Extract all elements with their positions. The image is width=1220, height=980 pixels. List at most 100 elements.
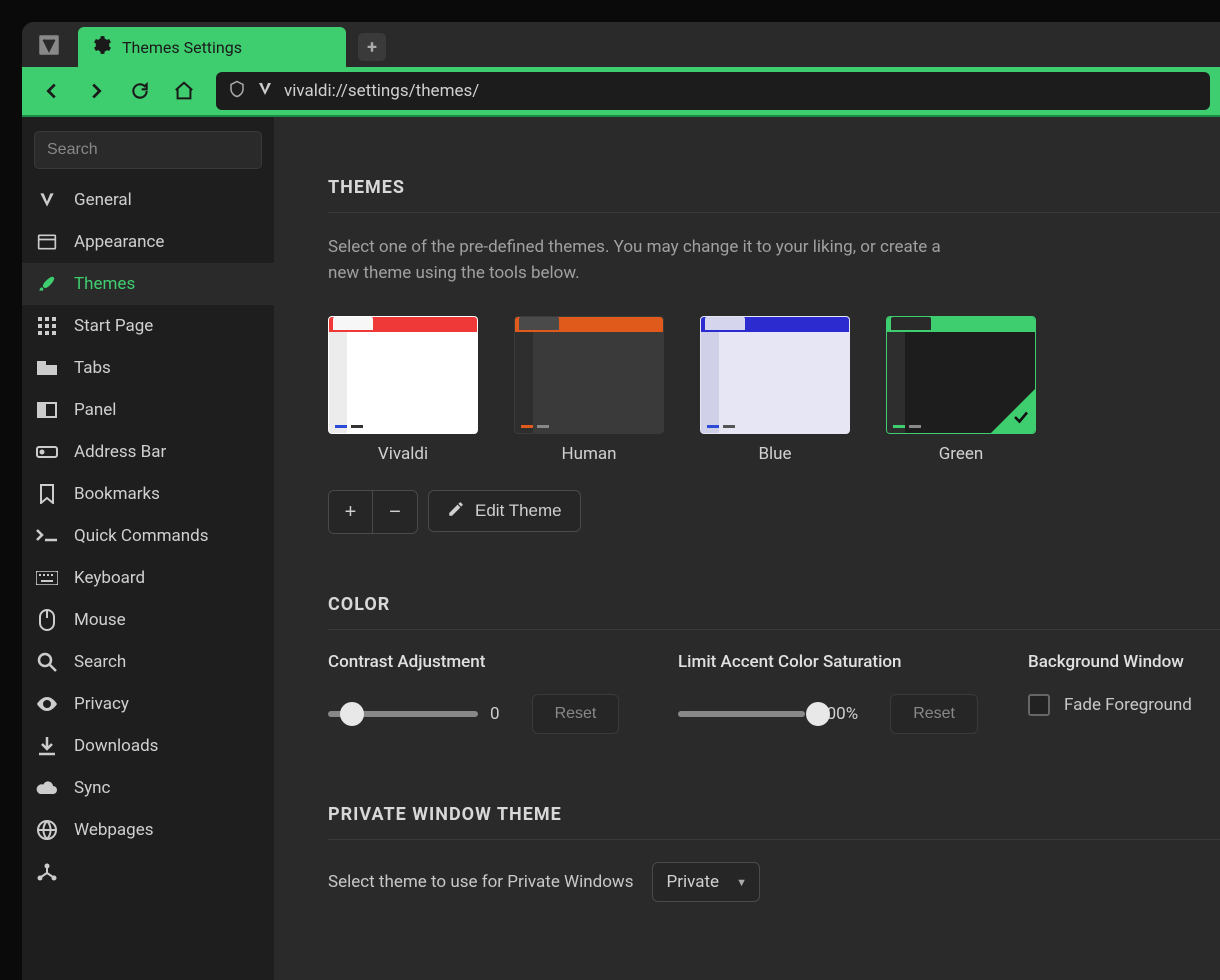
forward-button[interactable] bbox=[76, 71, 116, 111]
download-icon bbox=[36, 735, 58, 757]
sidebar-item-label: Bookmarks bbox=[74, 484, 160, 504]
sidebar-item-label: Downloads bbox=[74, 736, 158, 756]
slider-thumb[interactable] bbox=[340, 702, 364, 726]
sidebar-item-label: Mouse bbox=[74, 610, 126, 630]
active-tab[interactable]: Themes Settings bbox=[78, 27, 346, 67]
saturation-label: Limit Accent Color Saturation bbox=[678, 652, 978, 672]
sidebar-item-tabs[interactable]: Tabs bbox=[22, 347, 274, 389]
sidebar-item-bookmarks[interactable]: Bookmarks bbox=[22, 473, 274, 515]
sidebar-item-sync[interactable]: Sync bbox=[22, 767, 274, 809]
private-theme-label: Select theme to use for Private Windows bbox=[328, 872, 634, 892]
sidebar-item-panel[interactable]: Panel bbox=[22, 389, 274, 431]
themes-list: Vivaldi Human bbox=[328, 316, 1220, 464]
sidebar-item-label: Privacy bbox=[74, 694, 129, 714]
add-remove-group: + − bbox=[328, 490, 418, 534]
contrast-label: Contrast Adjustment bbox=[328, 652, 628, 672]
sidebar-item-label: Tabs bbox=[74, 358, 111, 378]
divider bbox=[328, 212, 1220, 213]
saturation-group: Limit Accent Color Saturation 100% Reset bbox=[678, 652, 978, 734]
gear-icon bbox=[90, 34, 112, 60]
edit-theme-button[interactable]: Edit Theme bbox=[428, 490, 581, 532]
settings-sidebar: General Appearance Themes Start Page Tab… bbox=[22, 117, 274, 980]
settings-search[interactable] bbox=[34, 131, 262, 169]
theme-option-vivaldi[interactable]: Vivaldi bbox=[328, 316, 478, 464]
search-input[interactable] bbox=[47, 141, 249, 159]
theme-option-green[interactable]: Green bbox=[886, 316, 1036, 464]
saturation-reset-button[interactable]: Reset bbox=[890, 694, 978, 734]
theme-label: Vivaldi bbox=[378, 444, 428, 464]
sidebar-item-mouse[interactable]: Mouse bbox=[22, 599, 274, 641]
sidebar-item-label: Start Page bbox=[74, 316, 153, 336]
vivaldi-icon bbox=[36, 189, 58, 211]
divider bbox=[328, 629, 1220, 630]
cloud-icon bbox=[36, 777, 58, 799]
tabs-icon bbox=[36, 357, 58, 379]
sidebar-item-keyboard[interactable]: Keyboard bbox=[22, 557, 274, 599]
sidebar-item-label: Webpages bbox=[74, 820, 154, 840]
remove-theme-button[interactable]: − bbox=[373, 491, 417, 533]
settings-main: THEMES Select one of the pre-defined the… bbox=[274, 117, 1220, 980]
color-controls: Contrast Adjustment 0 Reset Limit Accent… bbox=[328, 652, 1220, 734]
theme-actions: + − Edit Theme bbox=[328, 490, 1220, 534]
contrast-value: 0 bbox=[490, 704, 500, 724]
divider bbox=[328, 839, 1220, 840]
sidebar-item-start-page[interactable]: Start Page bbox=[22, 305, 274, 347]
grid-icon bbox=[36, 315, 58, 337]
private-theme-heading: PRIVATE WINDOW THEME bbox=[328, 804, 1220, 825]
sidebar-item-privacy[interactable]: Privacy bbox=[22, 683, 274, 725]
saturation-slider[interactable] bbox=[678, 711, 805, 717]
back-button[interactable] bbox=[32, 71, 72, 111]
address-bar[interactable]: vivaldi://settings/themes/ bbox=[216, 72, 1210, 110]
sidebar-item-label: General bbox=[74, 190, 132, 210]
vivaldi-url-icon bbox=[256, 80, 274, 103]
sidebar-item-webpages[interactable]: Webpages bbox=[22, 809, 274, 851]
brush-icon bbox=[36, 273, 58, 295]
globe-icon bbox=[36, 819, 58, 841]
sidebar-item-address-bar[interactable]: Address Bar bbox=[22, 431, 274, 473]
private-theme-value: Private bbox=[667, 872, 720, 892]
sidebar-item-label: Keyboard bbox=[74, 568, 145, 588]
vivaldi-app-icon[interactable] bbox=[30, 26, 68, 64]
sidebar-item-search[interactable]: Search bbox=[22, 641, 274, 683]
private-theme-select[interactable]: Private bbox=[652, 862, 761, 902]
private-theme-row: Select theme to use for Private Windows … bbox=[328, 862, 1220, 902]
add-theme-button[interactable]: + bbox=[329, 491, 373, 533]
search-icon bbox=[36, 651, 58, 673]
theme-option-human[interactable]: Human bbox=[514, 316, 664, 464]
sidebar-item-network[interactable] bbox=[22, 851, 274, 893]
sidebar-item-appearance[interactable]: Appearance bbox=[22, 221, 274, 263]
theme-label: Green bbox=[939, 444, 984, 464]
pencil-icon bbox=[447, 500, 465, 523]
navigation-bar: vivaldi://settings/themes/ bbox=[22, 67, 1220, 117]
url-text: vivaldi://settings/themes/ bbox=[284, 81, 479, 101]
sidebar-item-label: Address Bar bbox=[74, 442, 166, 462]
eye-icon bbox=[36, 693, 58, 715]
sidebar-item-themes[interactable]: Themes bbox=[22, 263, 274, 305]
checkbox[interactable] bbox=[1028, 694, 1050, 716]
contrast-reset-button[interactable]: Reset bbox=[532, 694, 620, 734]
mouse-icon bbox=[36, 609, 58, 631]
home-button[interactable] bbox=[164, 71, 204, 111]
new-tab-button[interactable]: + bbox=[358, 33, 386, 61]
sidebar-item-quick-commands[interactable]: Quick Commands bbox=[22, 515, 274, 557]
panel-icon bbox=[36, 399, 58, 421]
contrast-slider[interactable] bbox=[328, 711, 478, 717]
bookmark-icon bbox=[36, 483, 58, 505]
theme-option-blue[interactable]: Blue bbox=[700, 316, 850, 464]
keyboard-icon bbox=[36, 567, 58, 589]
tab-bar: Themes Settings + bbox=[22, 22, 1220, 67]
slider-thumb[interactable] bbox=[806, 702, 830, 726]
theme-label: Human bbox=[561, 444, 616, 464]
themes-description: Select one of the pre-defined themes. Yo… bbox=[328, 235, 948, 286]
sidebar-item-downloads[interactable]: Downloads bbox=[22, 725, 274, 767]
sidebar-item-label: Quick Commands bbox=[74, 526, 209, 546]
quick-commands-icon bbox=[36, 525, 58, 547]
window-icon bbox=[36, 231, 58, 253]
bg-window-label: Background Window bbox=[1028, 652, 1220, 672]
tab-title: Themes Settings bbox=[122, 38, 242, 57]
fade-foreground-option[interactable]: Fade Foreground bbox=[1028, 694, 1220, 716]
contrast-group: Contrast Adjustment 0 Reset bbox=[328, 652, 628, 734]
sidebar-item-general[interactable]: General bbox=[22, 179, 274, 221]
reload-button[interactable] bbox=[120, 71, 160, 111]
sidebar-item-label: Search bbox=[74, 652, 126, 672]
